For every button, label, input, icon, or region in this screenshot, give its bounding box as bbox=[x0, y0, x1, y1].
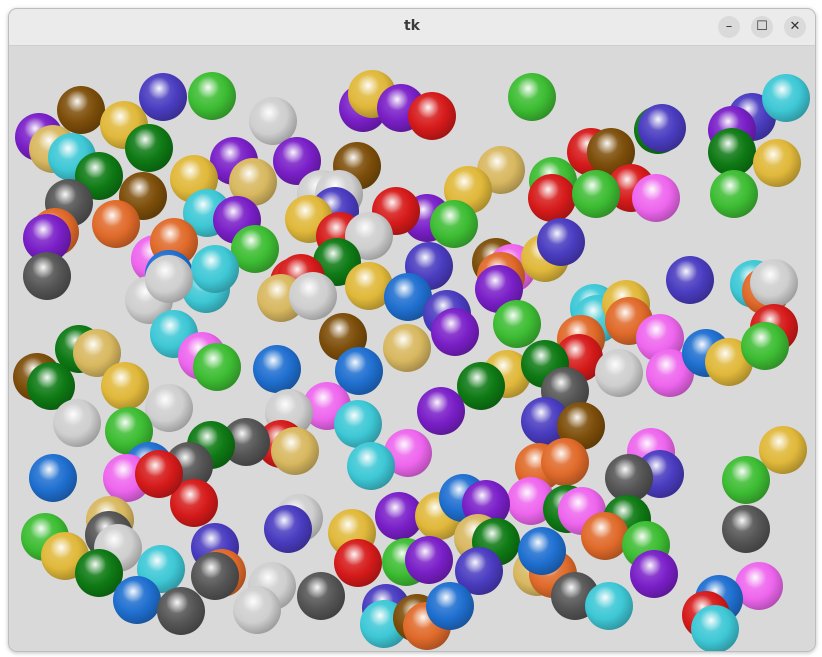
ball-gold bbox=[753, 139, 801, 187]
ball-khaki bbox=[271, 427, 319, 475]
title-bar[interactable]: tk – ☐ ✕ bbox=[9, 9, 815, 46]
minimize-icon: – bbox=[725, 19, 733, 34]
maximize-button[interactable]: ☐ bbox=[751, 16, 773, 38]
ball-orange bbox=[581, 512, 629, 560]
ball-charcoal bbox=[191, 552, 239, 600]
ball-silver bbox=[145, 255, 193, 303]
ball-purple bbox=[431, 308, 479, 356]
ball-navy bbox=[638, 104, 686, 152]
ball-red bbox=[408, 92, 456, 140]
ball-silver bbox=[289, 272, 337, 320]
ball-blue bbox=[253, 345, 301, 393]
ball-cyan bbox=[691, 605, 739, 651]
ball-navy bbox=[537, 218, 585, 266]
ball-cyan bbox=[347, 442, 395, 490]
ball-green bbox=[722, 456, 770, 504]
ball-silver bbox=[53, 399, 101, 447]
ball-cyan bbox=[334, 400, 382, 448]
ball-red bbox=[334, 539, 382, 587]
ball-charcoal bbox=[157, 587, 205, 635]
ball-blue bbox=[29, 454, 77, 502]
ball-green bbox=[193, 343, 241, 391]
ball-purple bbox=[405, 536, 453, 584]
ball-green bbox=[710, 170, 758, 218]
ball-orange bbox=[541, 438, 589, 486]
ball-blue bbox=[426, 582, 474, 630]
ball-green bbox=[493, 300, 541, 348]
minimize-button[interactable]: – bbox=[718, 16, 740, 38]
ball-green bbox=[508, 73, 556, 121]
app-window: tk – ☐ ✕ bbox=[8, 8, 816, 652]
ball-blue bbox=[113, 576, 161, 624]
ball-green bbox=[430, 200, 478, 248]
ball-khaki bbox=[383, 324, 431, 372]
ball-orange bbox=[92, 200, 140, 248]
ball-silver bbox=[233, 586, 281, 634]
window-title: tk bbox=[403, 18, 420, 34]
ball-pink bbox=[632, 174, 680, 222]
close-icon: ✕ bbox=[789, 19, 801, 34]
ball-blue bbox=[518, 527, 566, 575]
ball-cyan bbox=[585, 582, 633, 630]
ball-navy bbox=[264, 505, 312, 553]
ball-purple bbox=[630, 550, 678, 598]
ball-navy bbox=[139, 73, 187, 121]
ball-cyan bbox=[191, 245, 239, 293]
ball-silver bbox=[595, 349, 643, 397]
ball-green bbox=[572, 170, 620, 218]
ball-charcoal bbox=[297, 572, 345, 620]
ball-green bbox=[188, 72, 236, 120]
maximize-icon: ☐ bbox=[756, 19, 768, 34]
ball-purple bbox=[417, 387, 465, 435]
ball-red bbox=[135, 450, 183, 498]
ball-silver bbox=[750, 259, 798, 307]
close-button[interactable]: ✕ bbox=[784, 16, 806, 38]
ball-charcoal bbox=[23, 252, 71, 300]
ball-canvas[interactable] bbox=[9, 46, 815, 651]
ball-darkgreen bbox=[125, 124, 173, 172]
ball-cyan bbox=[762, 74, 810, 122]
ball-charcoal bbox=[722, 505, 770, 553]
ball-darkgreen bbox=[708, 128, 756, 176]
ball-navy bbox=[666, 256, 714, 304]
ball-green bbox=[741, 322, 789, 370]
ball-red bbox=[528, 174, 576, 222]
ball-darkgreen bbox=[457, 362, 505, 410]
ball-gold bbox=[101, 362, 149, 410]
